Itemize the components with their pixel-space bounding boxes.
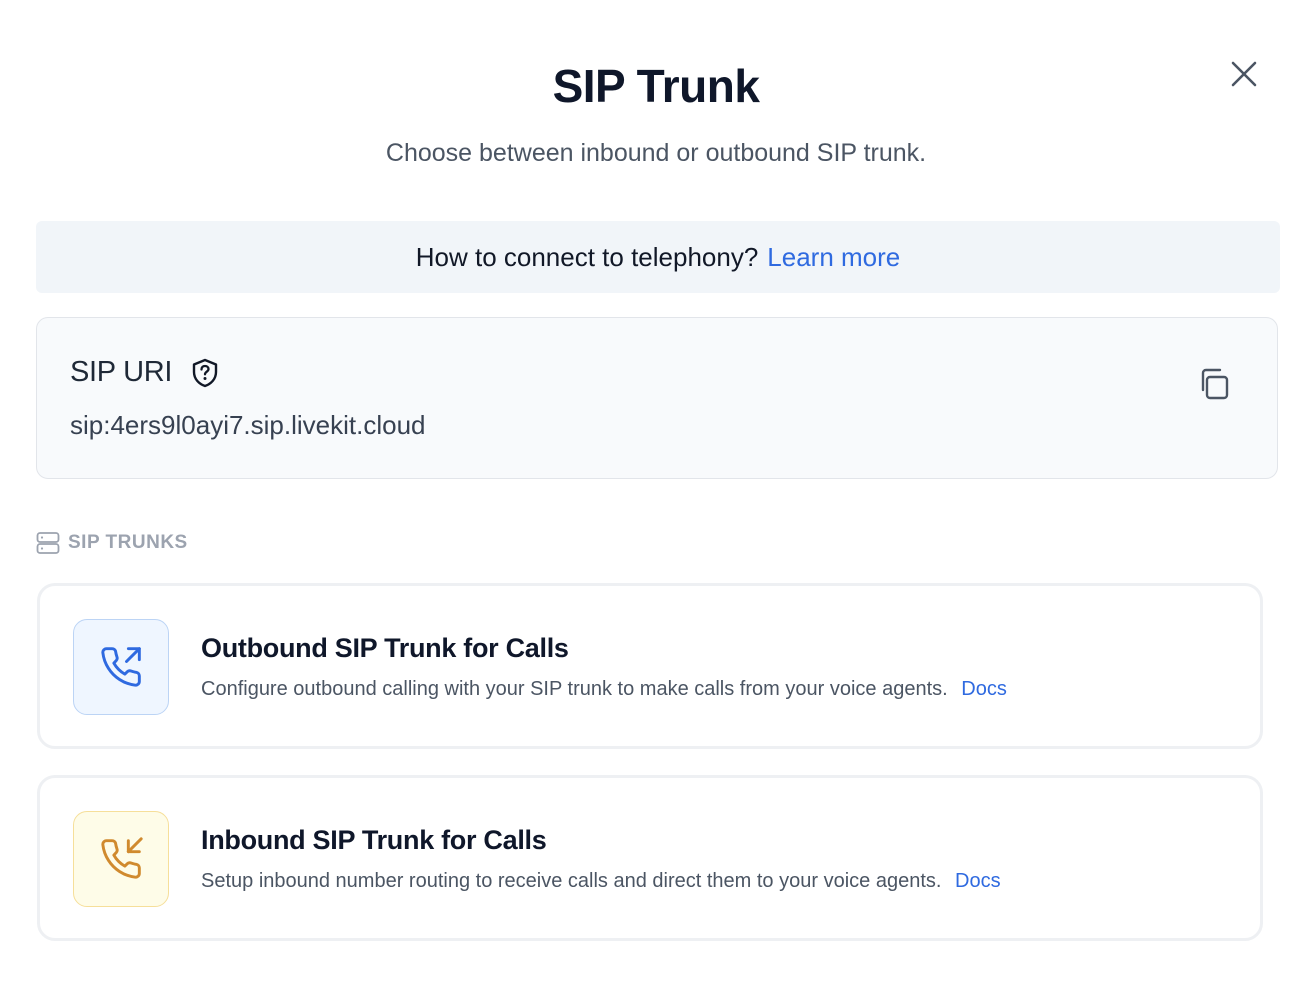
help-banner-text: How to connect to telephony? <box>415 241 759 272</box>
modal-title: SIP Trunk <box>552 60 760 112</box>
inbound-description-text: Setup inbound number routing to receive … <box>201 870 942 892</box>
sip-uri-card: SIP URI sip:4ers9l0ayi7.sip.livekit.clou… <box>36 317 1278 479</box>
sip-trunks-section-label: SIP TRUNKS <box>36 530 188 556</box>
inbound-icon-box <box>73 811 169 907</box>
section-label-text: SIP TRUNKS <box>68 532 188 553</box>
phone-outgoing-icon <box>101 647 141 687</box>
shield-question-icon[interactable] <box>190 358 220 388</box>
inbound-trunk-card[interactable]: Inbound SIP Trunk for Calls Setup inboun… <box>37 775 1263 941</box>
copy-button[interactable] <box>1195 364 1235 404</box>
sip-uri-label-row: SIP URI <box>70 356 220 389</box>
sip-uri-label: SIP URI <box>70 356 173 388</box>
outbound-docs-link[interactable]: Docs <box>961 678 1007 700</box>
inbound-trunk-title: Inbound SIP Trunk for Calls <box>201 825 547 855</box>
server-icon <box>36 530 60 556</box>
outbound-trunk-title: Outbound SIP Trunk for Calls <box>201 633 569 663</box>
outbound-description-text: Configure outbound calling with your SIP… <box>201 678 948 700</box>
inbound-docs-link[interactable]: Docs <box>955 870 1001 892</box>
telephony-help-banner: How to connect to telephony? Learn more <box>36 221 1280 293</box>
learn-more-link[interactable]: Learn more <box>767 242 900 273</box>
outbound-icon-box <box>73 619 169 715</box>
phone-incoming-icon <box>101 837 143 879</box>
sip-uri-value: sip:4ers9l0ayi7.sip.livekit.cloud <box>70 410 426 440</box>
outbound-trunk-description: Configure outbound calling with your SIP… <box>201 678 1007 701</box>
modal-subtitle: Choose between inbound or outbound SIP t… <box>385 139 927 167</box>
outbound-trunk-card[interactable]: Outbound SIP Trunk for Calls Configure o… <box>37 583 1263 749</box>
sip-trunk-modal: SIP Trunk Choose between inbound or outb… <box>0 0 1312 1002</box>
inbound-trunk-description: Setup inbound number routing to receive … <box>201 870 1001 893</box>
copy-icon <box>1201 368 1229 400</box>
